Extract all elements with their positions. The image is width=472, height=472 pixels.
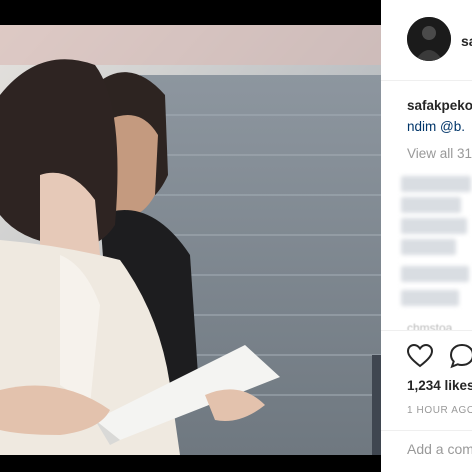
comment-input[interactable] — [407, 441, 472, 457]
blurred-comment — [401, 218, 467, 234]
post-photo[interactable] — [0, 25, 381, 455]
heart-icon[interactable] — [405, 341, 435, 371]
post-sidebar: sa safakpeko ndim @b. View all 31 chmsto… — [381, 0, 472, 472]
caption-username[interactable]: safakpeko — [407, 98, 472, 113]
blurred-comment — [401, 266, 469, 282]
header-username[interactable]: sa — [461, 33, 472, 49]
photo-image — [0, 25, 381, 455]
blurred-comment — [401, 176, 471, 192]
likes-count[interactable]: 1,234 likes — [407, 378, 472, 393]
blurred-comment — [401, 290, 459, 306]
caption-mention[interactable]: ndim @b. — [407, 119, 465, 134]
speech-bubble-icon[interactable] — [447, 341, 472, 371]
post-header: sa — [381, 0, 472, 81]
blurred-comment — [401, 197, 461, 213]
post-actions: 1,234 likes 1 HOUR AGO — [381, 330, 472, 467]
avatar[interactable] — [407, 17, 451, 61]
post-timestamp[interactable]: 1 HOUR AGO — [407, 405, 472, 416]
blurred-comment — [401, 239, 456, 255]
comment-input-area — [381, 430, 472, 468]
view-all-comments-link[interactable]: View all 31 — [407, 146, 472, 161]
